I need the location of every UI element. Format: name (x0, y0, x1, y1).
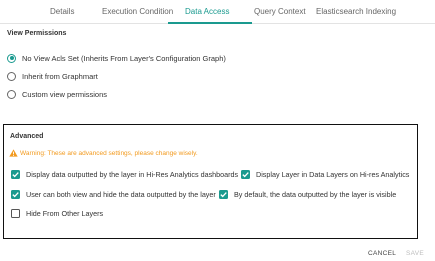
advanced-section: Advanced Warning: These are advanced set… (3, 124, 418, 239)
warning-text: Warning: These are advanced settings, pl… (20, 149, 198, 157)
checkbox-hide-from-other-layers[interactable]: Hide From Other Layers (11, 208, 103, 218)
checkbox-checked-icon[interactable] (241, 169, 250, 179)
active-tab-indicator (168, 22, 252, 24)
cancel-button[interactable]: CANCEL (368, 250, 396, 257)
save-button[interactable]: SAVE (406, 250, 424, 257)
radio-inherit-from-graphmart[interactable]: Inherit from Graphmart (7, 70, 98, 82)
tab-execution-condition[interactable]: Execution Condition (102, 7, 173, 16)
checkbox-unchecked-icon[interactable] (11, 208, 20, 218)
checkbox-checked-icon[interactable] (219, 189, 228, 199)
checkbox-label: By default, the data outputted by the la… (234, 189, 397, 199)
tab-bar: Details Execution Condition Data Access … (0, 0, 435, 24)
checkbox-label: Display Layer in Data Layers on Hi-res A… (256, 169, 410, 179)
checkbox-checked-icon[interactable] (11, 189, 20, 199)
tab-query-context[interactable]: Query Context (254, 7, 306, 16)
checkbox-display-data-hi-res-dashboards[interactable]: Display data outputted by the layer in H… (11, 169, 238, 179)
tab-elasticsearch-indexing[interactable]: Elasticsearch Indexing (316, 7, 396, 16)
checkbox-user-can-view-and-hide[interactable]: User can both view and hide the data out… (11, 189, 216, 199)
radio-label: Inherit from Graphmart (22, 71, 98, 81)
radio-label: Custom view permissions (22, 89, 108, 99)
warning-icon (9, 149, 18, 157)
radio-label: No View Acls Set (Inherits From Layer's … (22, 53, 226, 63)
tab-details[interactable]: Details (50, 7, 74, 16)
checkbox-data-visible-by-default[interactable]: By default, the data outputted by the la… (219, 189, 396, 199)
checkbox-display-layer-in-data-layers[interactable]: Display Layer in Data Layers on Hi-res A… (241, 169, 409, 179)
radio-custom-view-permissions[interactable]: Custom view permissions (7, 88, 107, 100)
advanced-warning: Warning: These are advanced settings, pl… (9, 149, 198, 157)
checkbox-label: Hide From Other Layers (26, 208, 104, 218)
checkbox-checked-icon[interactable] (11, 169, 20, 179)
checkbox-label: Display data outputted by the layer in H… (26, 169, 239, 179)
radio-unchecked-icon[interactable] (7, 71, 16, 81)
view-permissions-title: View Permissions (7, 30, 67, 37)
radio-no-view-acls[interactable]: No View Acls Set (Inherits From Layer's … (7, 52, 226, 64)
advanced-title: Advanced (10, 133, 44, 140)
radio-unchecked-icon[interactable] (7, 89, 16, 99)
checkbox-label: User can both view and hide the data out… (26, 189, 216, 199)
tab-data-access[interactable]: Data Access (185, 7, 229, 16)
radio-checked-icon[interactable] (7, 53, 16, 63)
